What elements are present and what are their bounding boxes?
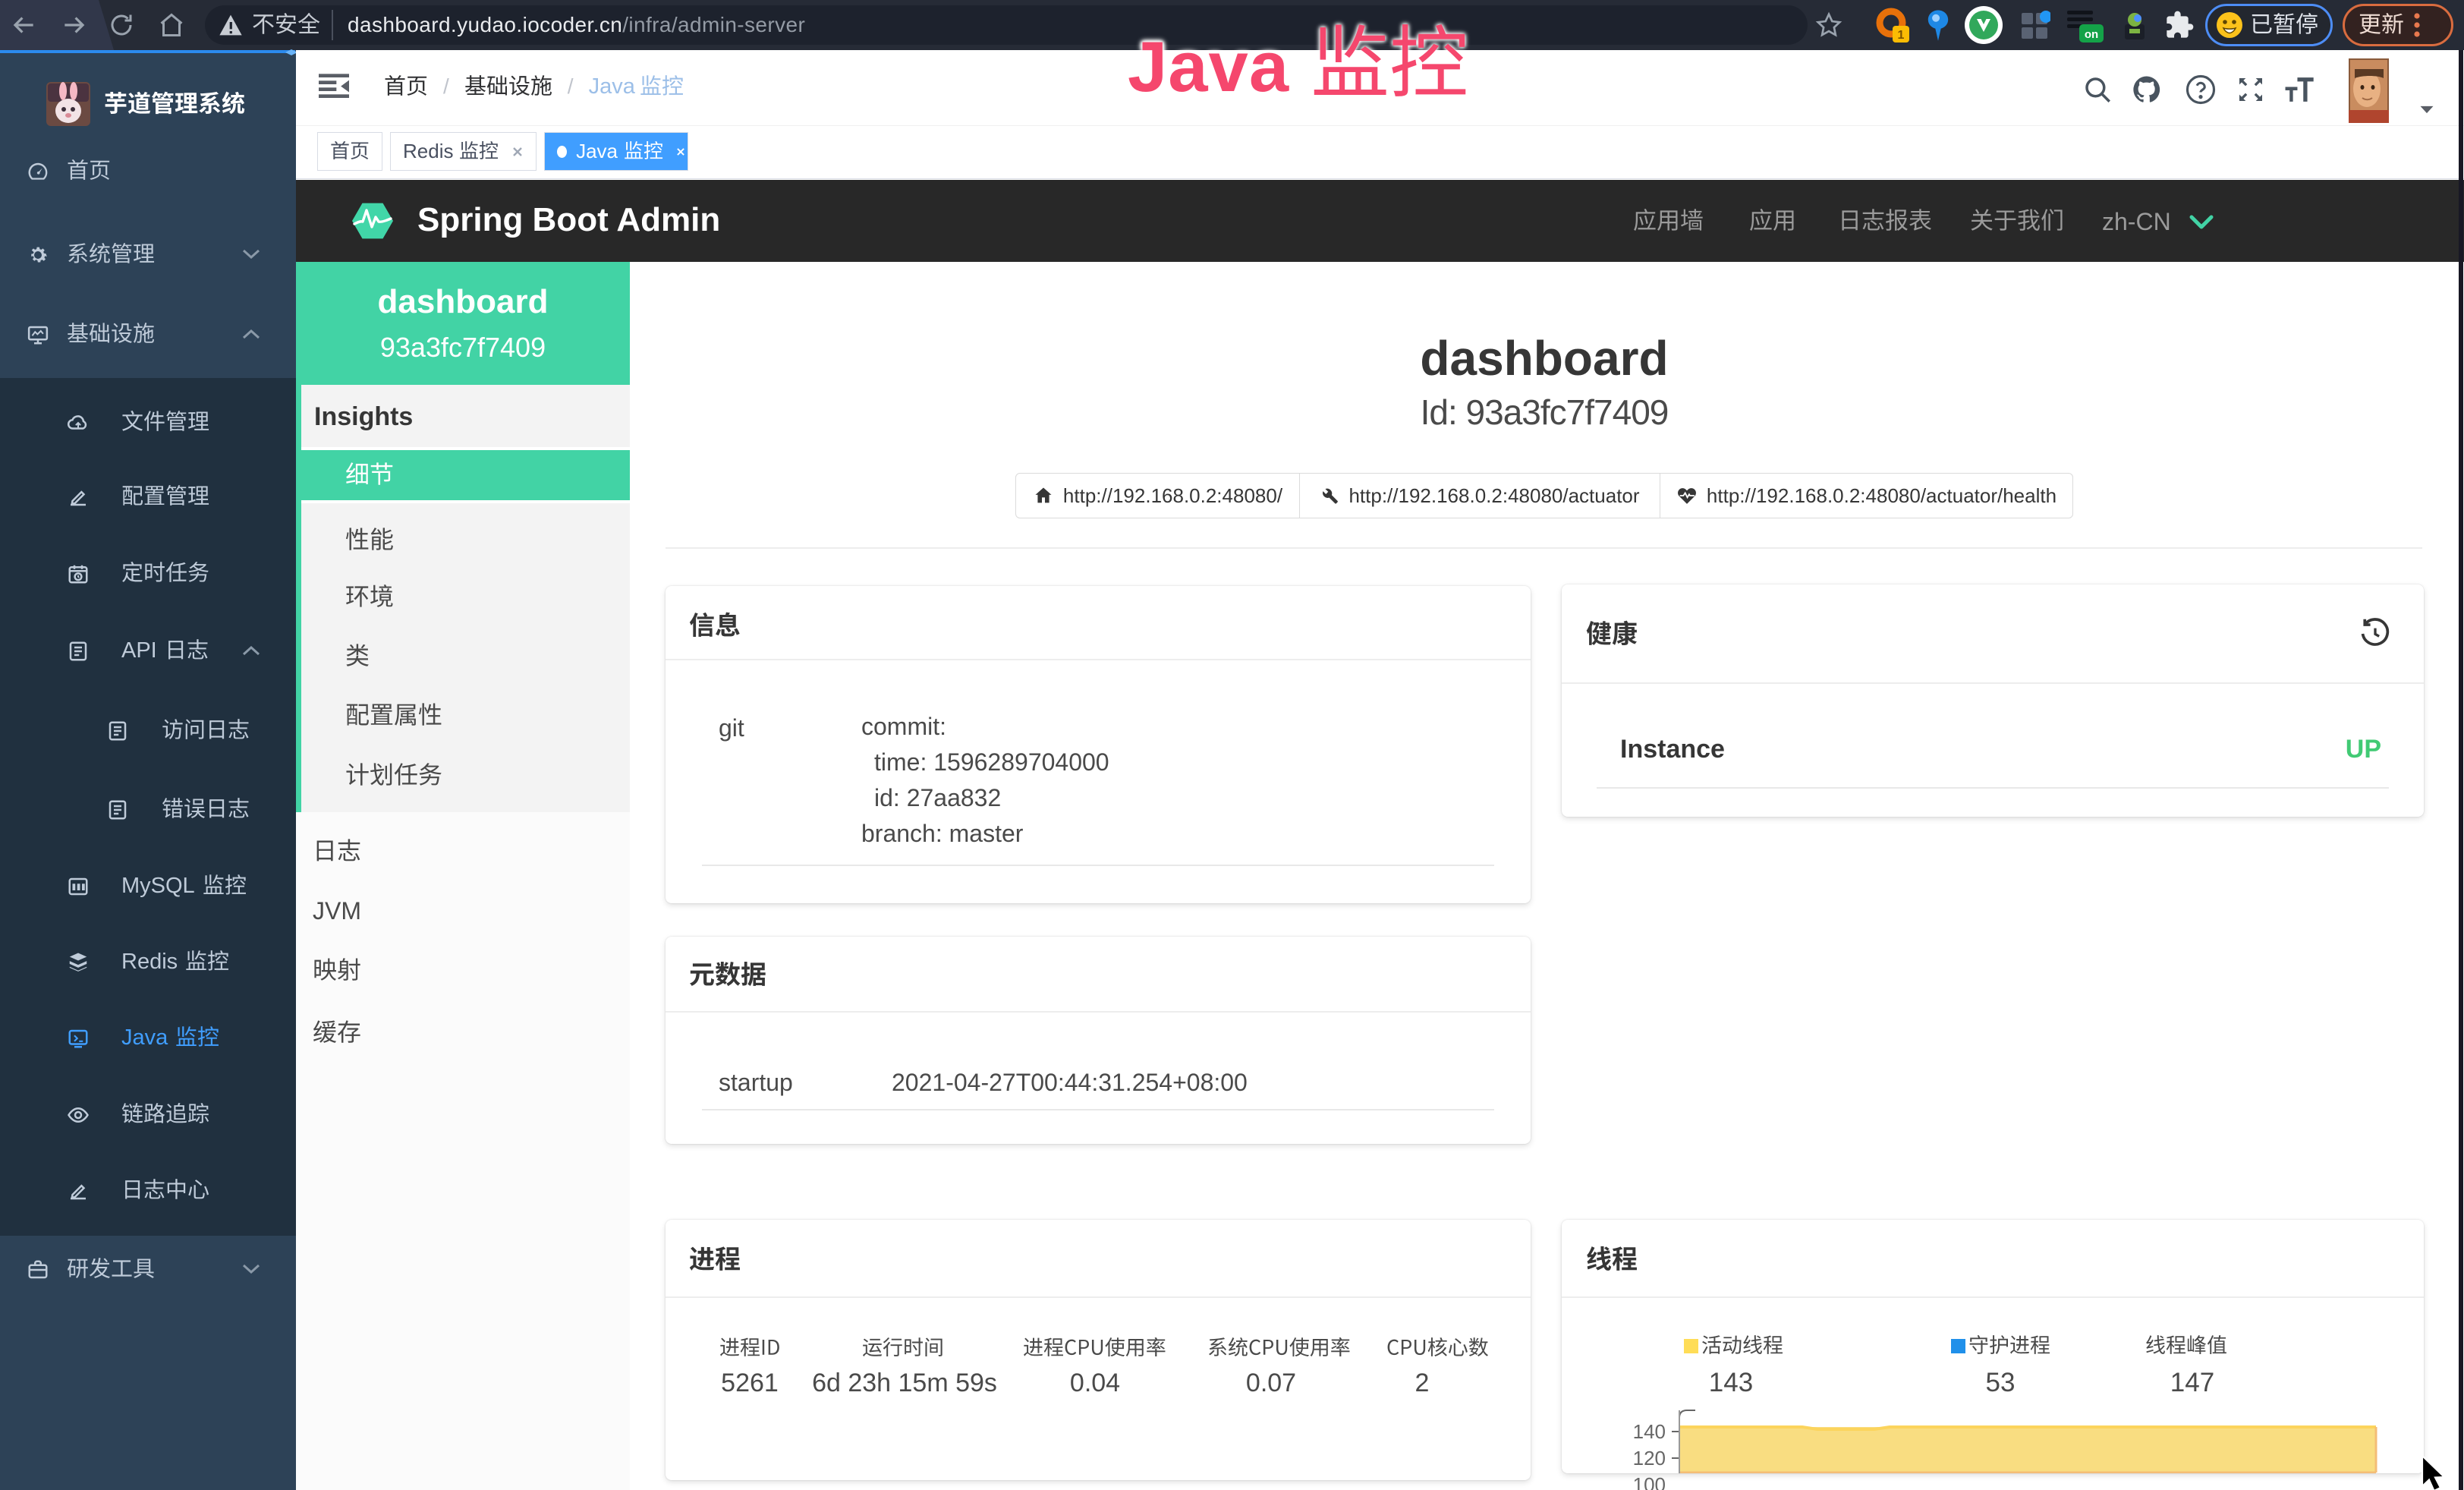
- svg-text:on: on: [2085, 28, 2098, 41]
- svg-text:1: 1: [1898, 29, 1905, 42]
